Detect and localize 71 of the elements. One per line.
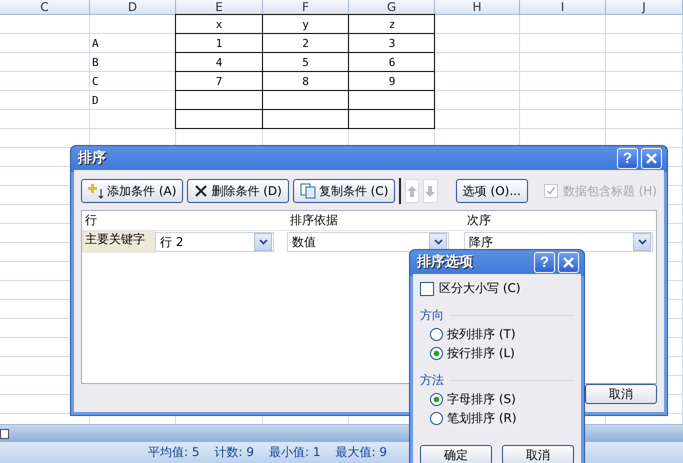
close-button[interactable] bbox=[641, 148, 662, 168]
delete-icon bbox=[194, 184, 208, 198]
window-title: 排序 bbox=[78, 149, 107, 167]
level-label: 主要关键字 bbox=[82, 231, 155, 253]
table-cell: 3 bbox=[388, 36, 396, 50]
table-cell: 4 bbox=[216, 56, 222, 68]
order-dropdown[interactable]: 降序 bbox=[464, 232, 653, 252]
add-level-button[interactable]: 添加条件 (A) bbox=[81, 179, 184, 203]
radio-label: 字母排序 (S) bbox=[447, 391, 516, 408]
radio-label: 笔划排序 (R) bbox=[447, 410, 517, 427]
close-icon bbox=[645, 152, 658, 164]
radio-button[interactable] bbox=[430, 347, 443, 360]
column-header[interactable]: H bbox=[435, 0, 520, 15]
group-title: 方法 bbox=[420, 372, 444, 389]
caret-icon bbox=[638, 239, 646, 245]
table-cell: 2 bbox=[302, 36, 309, 50]
arrow-up-icon bbox=[406, 186, 417, 196]
sheet-tab-icon[interactable] bbox=[0, 428, 10, 440]
column-header[interactable]: E bbox=[176, 0, 263, 15]
table-cell: 6 bbox=[388, 56, 396, 68]
group-title: 方向 bbox=[420, 307, 444, 324]
add-sort-icon bbox=[88, 183, 104, 199]
column-header[interactable]: F bbox=[263, 0, 349, 15]
list-header: 次序 bbox=[466, 212, 492, 229]
checkbox-label: 区分大小写 (C) bbox=[439, 280, 521, 297]
list-header: 行 bbox=[84, 212, 98, 229]
copy-icon bbox=[300, 183, 316, 199]
radio-button[interactable] bbox=[430, 393, 443, 406]
radio-button[interactable] bbox=[430, 328, 443, 341]
column-header[interactable]: G bbox=[349, 0, 435, 15]
table-cell: z bbox=[388, 18, 396, 30]
status-text: 计数: 9 bbox=[214, 444, 254, 462]
column-header[interactable]: C bbox=[0, 0, 90, 15]
status-text: 平均值: 5 bbox=[148, 444, 200, 462]
table-cell: 5 bbox=[302, 56, 309, 68]
options-button[interactable]: 选项 (O)... bbox=[456, 179, 528, 203]
delete-level-button[interactable]: 删除条件 (D) bbox=[187, 179, 289, 203]
radio-label: 按行排序 (L) bbox=[447, 345, 515, 362]
cancel-button[interactable]: 取消 bbox=[502, 445, 574, 463]
table-cell: 7 bbox=[216, 74, 222, 88]
list-header: 排序依据 bbox=[289, 212, 339, 229]
case-sensitive-checkbox[interactable] bbox=[420, 282, 434, 296]
status-text: 最大值: 9 bbox=[336, 444, 387, 462]
close-button[interactable] bbox=[558, 252, 579, 272]
copy-level-button[interactable]: 复制条件 (C) bbox=[292, 179, 396, 203]
table-cell: 9 bbox=[388, 74, 396, 88]
radio-label: 按列排序 (T) bbox=[447, 326, 516, 343]
caret-icon bbox=[434, 239, 442, 245]
cancel-button[interactable]: 取消 bbox=[585, 384, 657, 404]
arrow-down-icon bbox=[425, 186, 436, 196]
row-label: D bbox=[92, 94, 99, 107]
table-cell: 8 bbox=[302, 74, 309, 88]
caret-icon bbox=[258, 239, 268, 245]
window-title: 排序选项 bbox=[417, 253, 474, 271]
check-icon bbox=[546, 186, 556, 196]
row-label: A bbox=[92, 37, 99, 50]
checkbox-label: 数据包含标题 (H) bbox=[562, 182, 657, 200]
column-header[interactable]: I bbox=[520, 0, 606, 15]
status-text: 最小值: 1 bbox=[269, 444, 320, 462]
table-cell: 1 bbox=[216, 36, 222, 50]
row-label: B bbox=[92, 56, 99, 69]
key-dropdown[interactable]: 行 2 bbox=[155, 232, 274, 252]
table-cell: x bbox=[216, 18, 222, 30]
column-header[interactable]: J bbox=[606, 0, 683, 15]
basis-dropdown[interactable]: 数值 bbox=[287, 232, 449, 252]
close-icon bbox=[562, 256, 575, 268]
column-header[interactable]: D bbox=[90, 0, 176, 15]
row-label: C bbox=[92, 75, 99, 88]
ok-button[interactable]: 确定 bbox=[420, 445, 492, 463]
radio-button[interactable] bbox=[430, 412, 443, 425]
table-cell: y bbox=[302, 18, 309, 30]
